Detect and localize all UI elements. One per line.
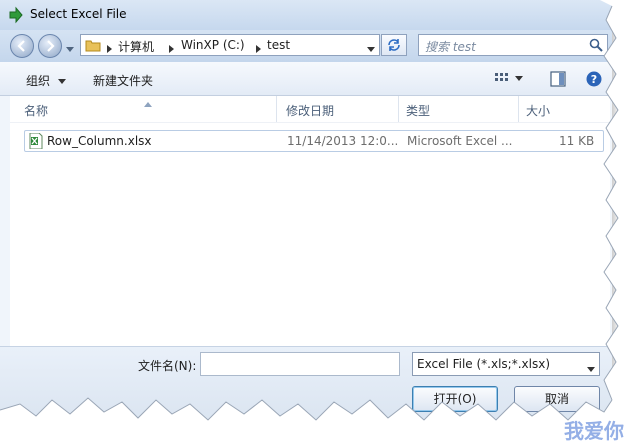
torn-edge-frame — [0, 0, 634, 446]
watermark: 我爱你 — [564, 419, 624, 443]
